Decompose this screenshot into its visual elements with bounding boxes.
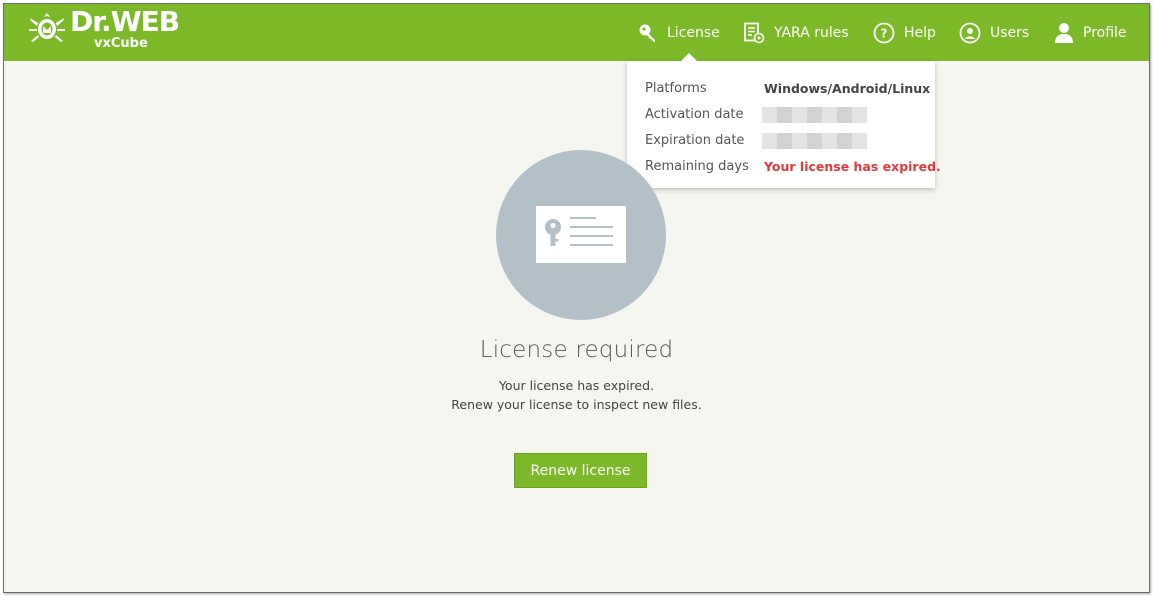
dropdown-caret — [681, 53, 697, 61]
page-title: License required — [479, 337, 674, 363]
app-window: Dr.WEB vxCube License YARA rules ? Help … — [3, 3, 1150, 593]
activation-date-redacted — [762, 107, 867, 123]
document-gear-icon — [743, 22, 765, 44]
question-circle-icon: ? — [873, 22, 895, 44]
nav-help-label: Help — [904, 24, 936, 41]
brand-subtitle: vxCube — [94, 36, 148, 51]
spider-logo-icon — [29, 13, 65, 42]
nav-help[interactable]: ? Help — [873, 4, 936, 61]
user-circle-icon — [959, 22, 981, 44]
nav-yara-rules[interactable]: YARA rules — [743, 4, 849, 61]
license-illustration — [496, 150, 666, 320]
svg-text:?: ? — [881, 26, 888, 40]
expired-message: Your license has expired. — [498, 378, 655, 393]
expiration-date-label: Expiration date — [645, 133, 745, 148]
license-card-icon — [536, 206, 626, 263]
brand-title: Dr.WEB — [70, 5, 180, 38]
license-expired-status: Your license has expired. — [764, 159, 941, 174]
license-info-popup: Platforms Windows/Android/Linux Activati… — [627, 61, 941, 188]
nav-users-label: Users — [990, 24, 1030, 41]
nav-users[interactable]: Users — [959, 4, 1029, 61]
top-navbar: Dr.WEB vxCube License YARA rules ? Help … — [4, 4, 1149, 61]
remaining-days-label: Remaining days — [645, 159, 749, 174]
expiration-date-redacted — [762, 133, 867, 149]
nav-license[interactable]: License — [638, 4, 720, 61]
activation-date-label: Activation date — [645, 107, 744, 122]
nav-profile[interactable]: Profile — [1054, 4, 1127, 61]
nav-license-label: License — [667, 24, 720, 41]
person-icon — [1054, 22, 1074, 44]
nav-yara-rules-label: YARA rules — [774, 24, 849, 41]
platforms-label: Platforms — [645, 81, 707, 96]
renew-license-button[interactable]: Renew license — [514, 453, 647, 488]
renew-instruction: Renew your license to inspect new files. — [451, 397, 702, 412]
nav-profile-label: Profile — [1083, 24, 1127, 41]
key-icon — [638, 23, 658, 43]
platforms-value: Windows/Android/Linux — [764, 81, 931, 96]
